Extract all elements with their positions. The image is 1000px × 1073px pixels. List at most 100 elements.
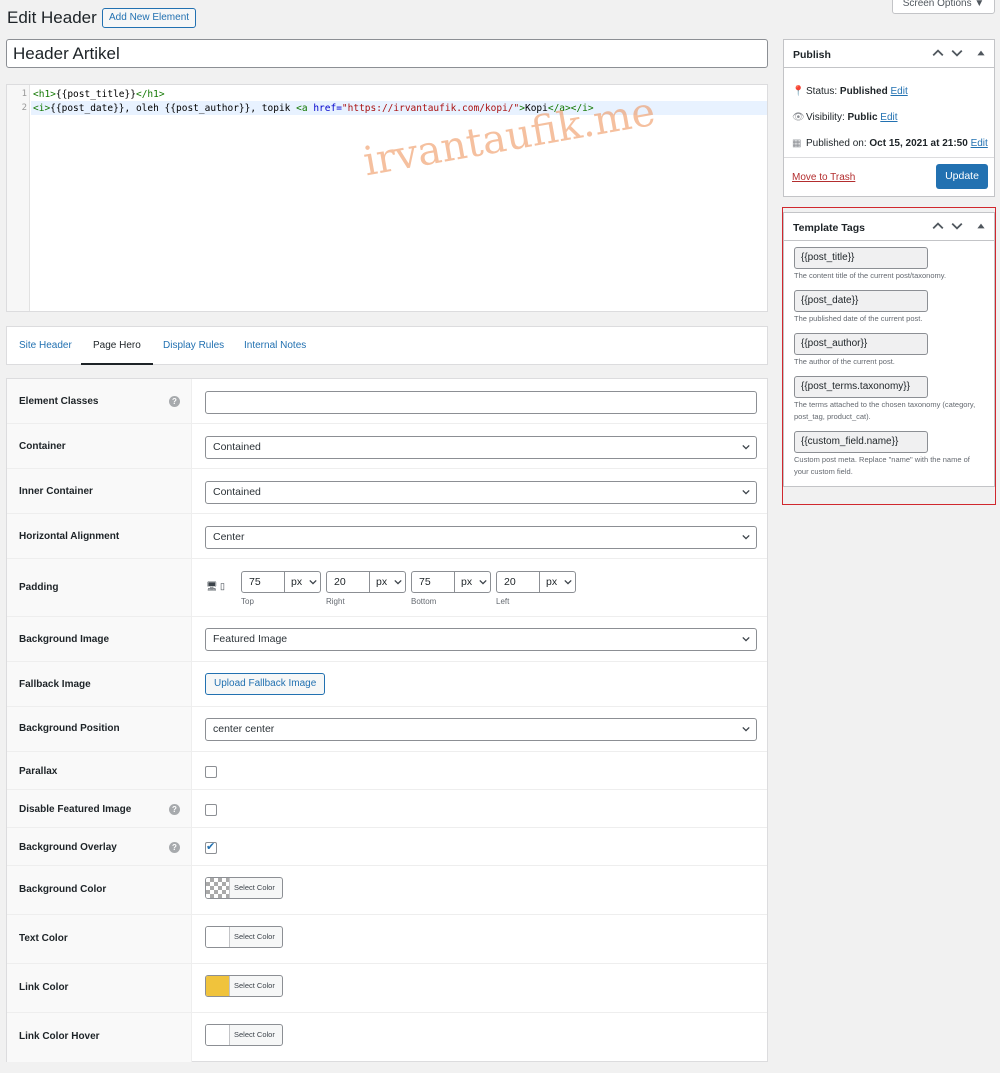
setting-row-parallax: Parallax — [7, 752, 767, 790]
setting-row-padding: Padding 🖥 ▯ 75 px Top 20 px Right 75 px … — [7, 559, 767, 617]
padding-right-input[interactable]: 20 — [327, 572, 370, 592]
edit-date-link[interactable]: Edit — [971, 138, 988, 149]
inner-container-select[interactable]: Contained — [205, 481, 757, 504]
calendar-icon: ▦ — [792, 138, 802, 149]
setting-row-inner-container: Inner Container Contained — [7, 469, 767, 514]
color-swatch — [206, 878, 230, 898]
visibility-line: 👁Visibility: Public Edit — [792, 112, 898, 123]
padding-bottom-input[interactable]: 75 — [412, 572, 455, 592]
select-color-label: Select Color — [234, 883, 275, 892]
setting-label: Container — [19, 441, 66, 452]
help-icon[interactable]: ? — [169, 396, 180, 407]
padding-bottom-field[interactable]: 75 px — [411, 571, 491, 593]
link-color-picker[interactable]: Select Color — [205, 975, 283, 997]
collapse-toggle-icon[interactable] — [975, 47, 987, 59]
line-number: 1 — [21, 89, 27, 99]
chevron-up-icon[interactable] — [932, 47, 944, 59]
container-select[interactable]: Contained — [205, 436, 757, 459]
editor-gutter — [7, 85, 30, 311]
background-overlay-checkbox[interactable]: ✔ — [205, 841, 217, 854]
padding-left-unit[interactable]: px — [540, 572, 576, 592]
add-new-element-button[interactable]: Add New Element — [102, 8, 197, 28]
padding-caption: Bottom — [411, 597, 437, 606]
status-line: 📍 Status: Published Edit — [792, 86, 908, 97]
page-title: Edit Header — [7, 8, 97, 27]
pin-icon: 📍 — [792, 86, 805, 97]
padding-bottom-unit[interactable]: px — [455, 572, 491, 592]
setting-row-container: Container Contained — [7, 424, 767, 469]
setting-row-background-overlay: Background Overlay ? ✔ — [7, 828, 767, 866]
element-classes-input[interactable] — [205, 391, 757, 414]
link-color-hover-picker[interactable]: Select Color — [205, 1024, 283, 1046]
padding-top-field[interactable]: 75 px — [241, 571, 321, 593]
padding-top-input[interactable]: 75 — [242, 572, 285, 592]
padding-caption: Left — [496, 597, 510, 606]
horizontal-alignment-select[interactable]: Center — [205, 526, 757, 549]
select-value: Contained — [213, 486, 261, 498]
desktop-icon[interactable]: 🖥 — [206, 581, 217, 592]
screen-options-button[interactable]: Screen Options ▼ — [892, 0, 995, 14]
setting-row-horizontal-alignment: Horizontal Alignment Center — [7, 514, 767, 559]
chevron-down-icon[interactable] — [951, 47, 963, 59]
setting-label: Parallax — [19, 766, 58, 777]
setting-label: Background Image — [19, 634, 110, 645]
text-color-picker[interactable]: Select Color — [205, 926, 283, 948]
background-image-select[interactable]: Featured Image — [205, 628, 757, 651]
select-color-label: Select Color — [234, 981, 275, 990]
code-line: <i>{{post_date}}, oleh {{post_author}}, … — [33, 103, 594, 114]
mobile-icon[interactable]: ▯ — [220, 581, 225, 592]
page-hero-settings: Element Classes ? Container Contained In… — [6, 378, 768, 1062]
padding-left-input[interactable]: 20 — [497, 572, 540, 592]
setting-label: Horizontal Alignment — [19, 531, 120, 542]
padding-right-unit[interactable]: px — [370, 572, 406, 592]
padding-left-field[interactable]: 20 px — [496, 571, 576, 593]
color-swatch — [206, 976, 230, 996]
background-color-picker[interactable]: Select Color — [205, 877, 283, 899]
setting-label: Link Color Hover — [19, 1031, 100, 1042]
select-color-label: Select Color — [234, 1030, 275, 1039]
parallax-checkbox[interactable] — [205, 766, 217, 778]
chevron-down-icon — [479, 579, 487, 585]
tab-page-hero[interactable]: Page Hero — [81, 327, 153, 365]
upload-fallback-image-button[interactable]: Upload Fallback Image — [205, 673, 326, 695]
background-position-select[interactable]: center center — [205, 718, 757, 741]
color-swatch — [206, 1025, 230, 1045]
publish-box: Publish 📍 Status: Published Edit 👁Visibil… — [783, 39, 995, 197]
tab-site-header[interactable]: Site Header — [19, 327, 72, 365]
title-input[interactable]: Header Artikel — [6, 39, 768, 68]
color-swatch — [206, 927, 230, 947]
setting-row-disable-featured-image: Disable Featured Image ? — [7, 790, 767, 828]
checkmark-icon: ✔ — [206, 841, 216, 853]
padding-right-field[interactable]: 20 px — [326, 571, 406, 593]
setting-row-background-color: Background Color Select Color — [7, 866, 767, 915]
setting-label: Background Position — [19, 723, 120, 734]
line-number: 2 — [21, 103, 27, 113]
help-icon[interactable]: ? — [169, 842, 180, 853]
chevron-down-icon — [742, 489, 750, 495]
setting-label: Padding — [19, 582, 59, 593]
setting-label: Fallback Image — [19, 679, 91, 690]
setting-row-link-color: Link Color Select Color — [7, 964, 767, 1013]
setting-row-link-color-hover: Link Color Hover Select Color — [7, 1013, 767, 1062]
select-value: Center — [213, 531, 245, 543]
padding-caption: Top — [241, 597, 254, 606]
setting-label: Disable Featured Image — [19, 804, 132, 815]
disable-featured-image-checkbox[interactable] — [205, 804, 217, 816]
help-icon[interactable]: ? — [169, 804, 180, 815]
move-to-trash-link[interactable]: Move to Trash — [792, 172, 855, 183]
setting-row-background-image: Background Image Featured Image — [7, 617, 767, 662]
chevron-down-icon — [742, 444, 750, 450]
edit-status-link[interactable]: Edit — [891, 86, 908, 97]
update-button[interactable]: Update — [936, 164, 988, 189]
padding-top-unit[interactable]: px — [285, 572, 321, 592]
edit-visibility-link[interactable]: Edit — [880, 112, 897, 123]
publish-box-header: Publish — [784, 40, 994, 68]
setting-label: Background Color — [19, 884, 107, 895]
settings-tabs: Site Header Page Hero Display Rules Inte… — [6, 326, 768, 365]
tab-internal-notes[interactable]: Internal Notes — [244, 327, 306, 365]
chevron-down-icon — [742, 534, 750, 540]
select-value: Contained — [213, 441, 261, 453]
chevron-down-icon — [309, 579, 317, 585]
tab-display-rules[interactable]: Display Rules — [163, 327, 224, 365]
publish-title: Publish — [793, 49, 831, 61]
